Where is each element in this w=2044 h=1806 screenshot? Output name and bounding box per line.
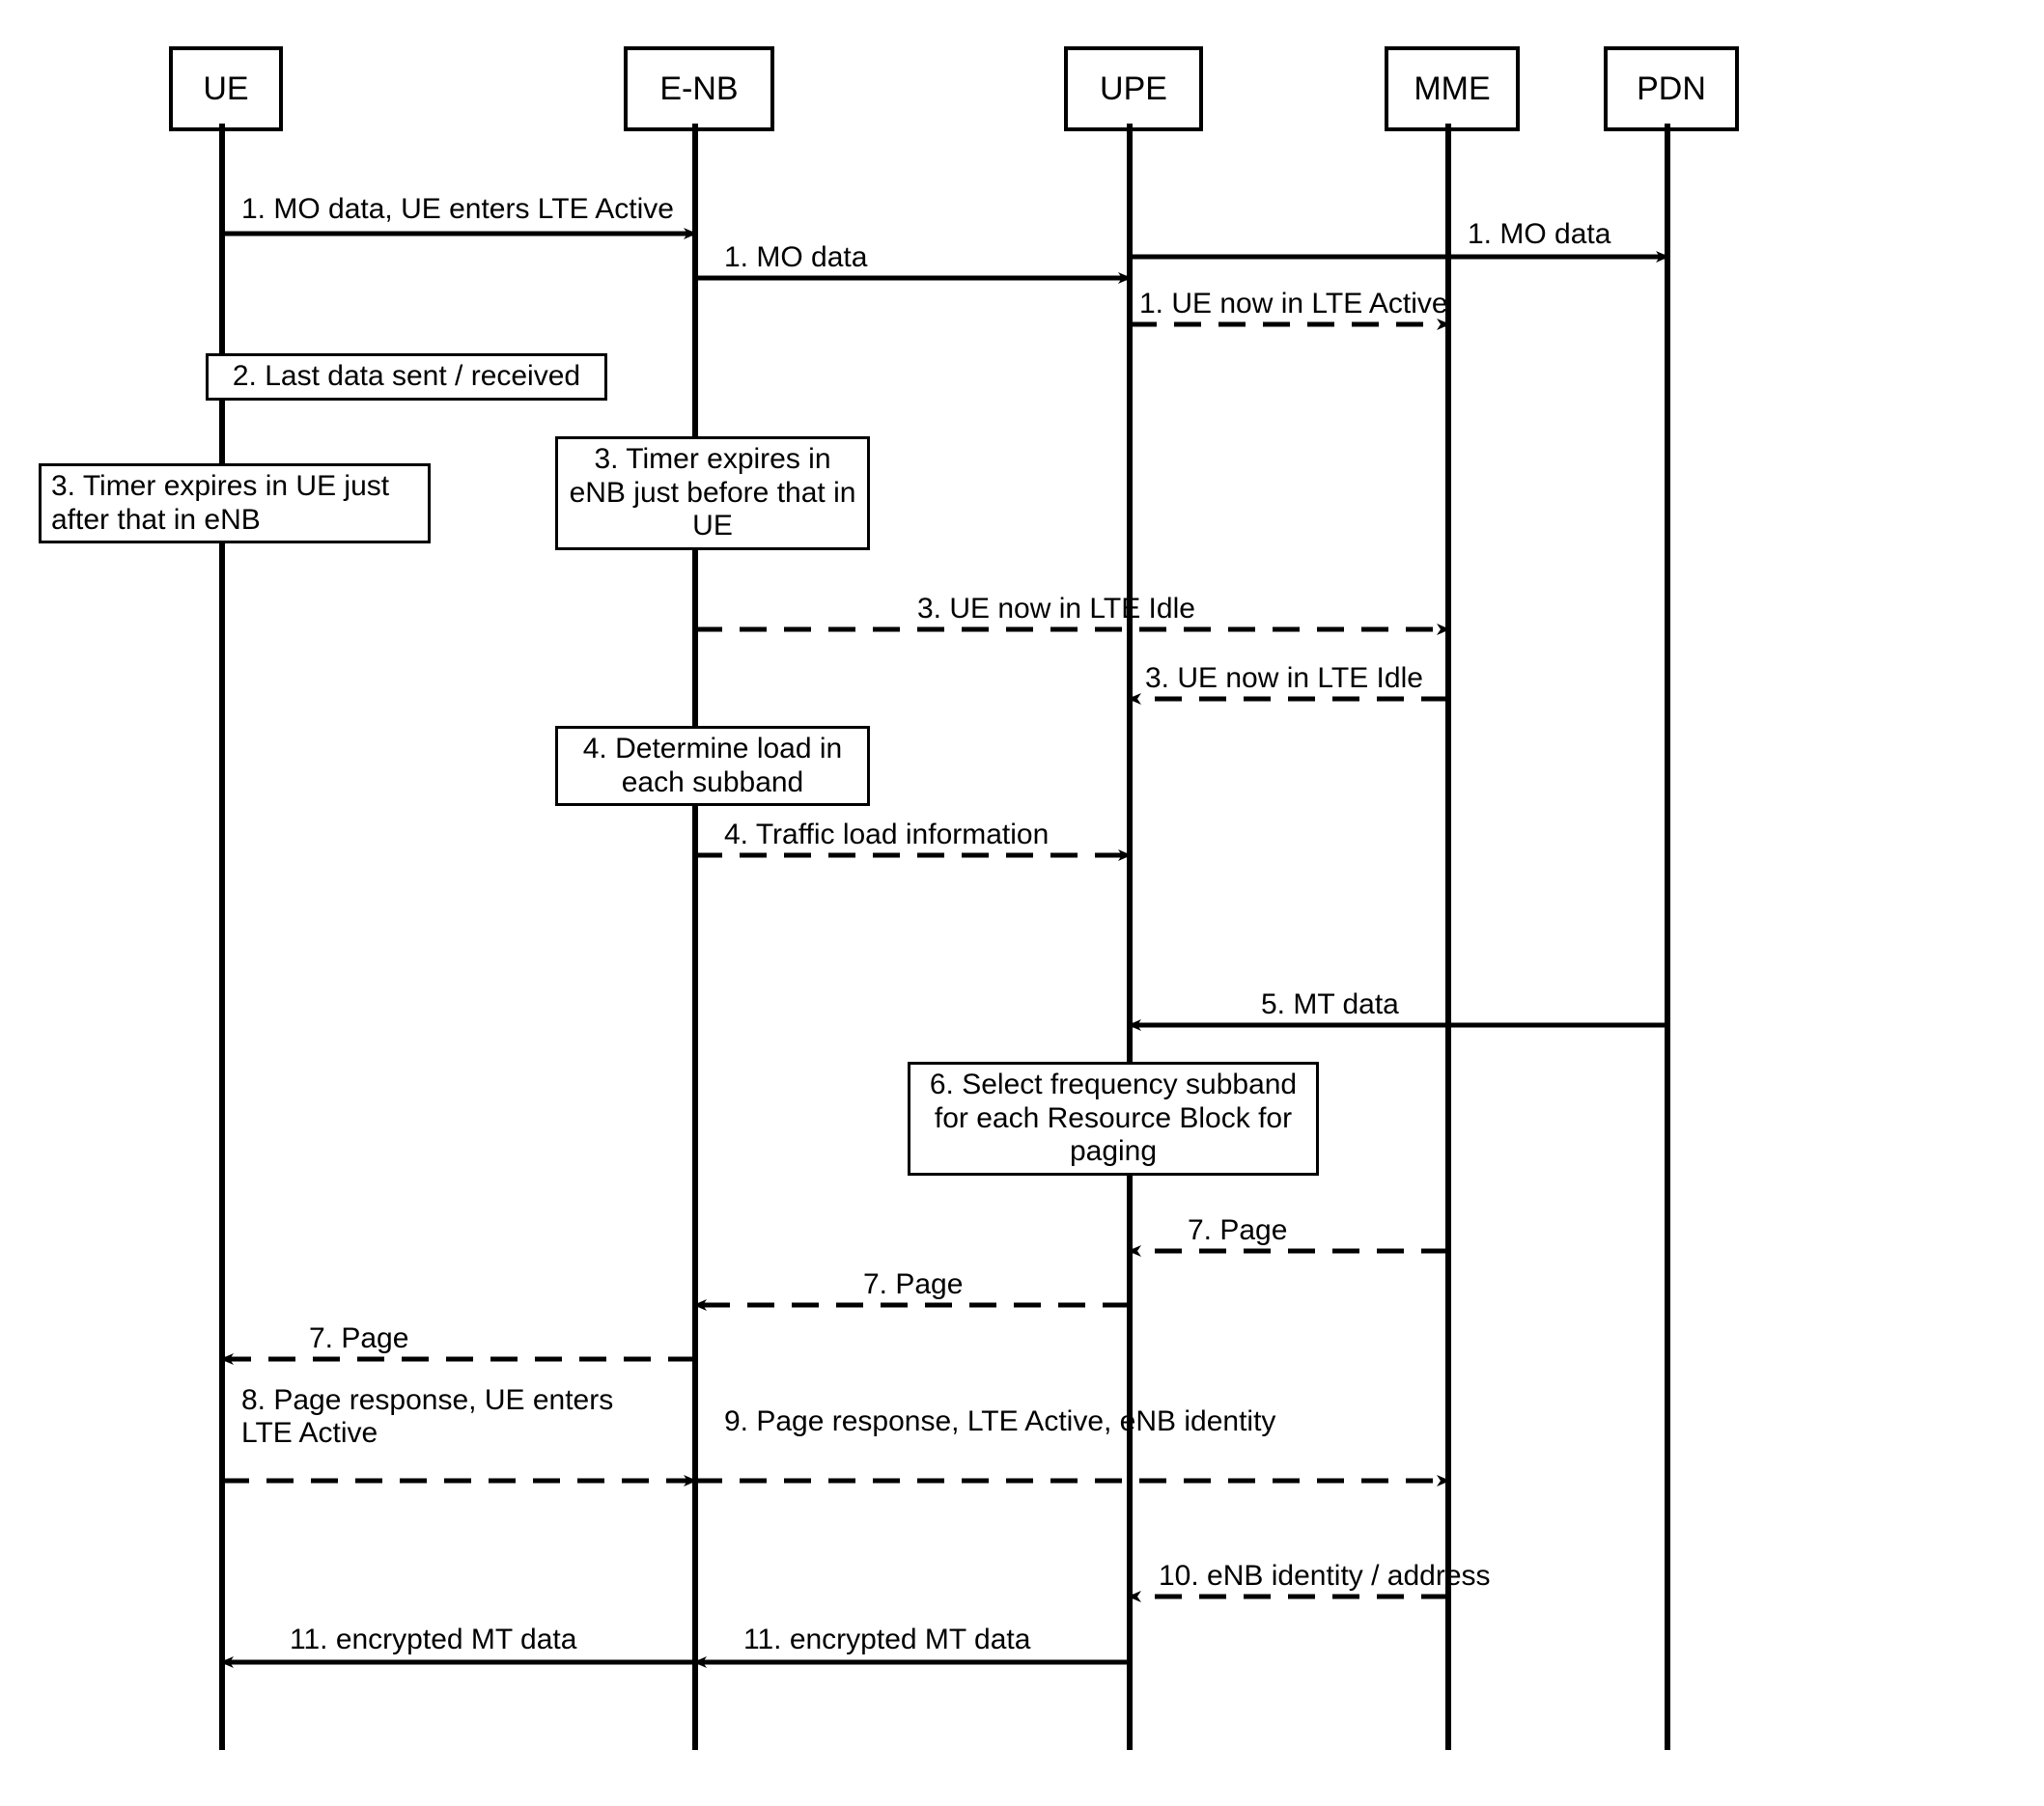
note-6-select-subband: 6. Select frequency subband for each Res… [908, 1062, 1319, 1176]
msg-10-enb-identity: 10. eNB identity / address [1159, 1560, 1491, 1593]
msg-4-traffic-load: 4. Traffic load information [724, 819, 1049, 851]
note-3-timer-ue: 3. Timer expires in UE just after that i… [39, 463, 431, 543]
note-2-last-data: 2. Last data sent / received [206, 353, 607, 401]
msg-11-encrypted-enb: 11. encrypted MT data [743, 1624, 1030, 1656]
note-4-determine-load: 4. Determine load in each subband [555, 726, 870, 806]
msg-1-mo-data-upe-pdn: 1. MO data [1468, 218, 1610, 251]
msg-3-lte-idle-mme-upe: 3. UE now in LTE Idle [1145, 662, 1423, 695]
msg-7-page-mme-upe: 7. Page [1188, 1214, 1287, 1247]
actor-pdn: PDN [1604, 46, 1739, 131]
note-3-timer-enb: 3. Timer expires in eNB just before that… [555, 436, 870, 550]
msg-8-page-response: 8. Page response, UE enters LTE Active [241, 1384, 666, 1450]
sequence-diagram: UE E-NB UPE MME PDN [19, 19, 2044, 1787]
actor-mme: MME [1385, 46, 1520, 131]
lifeline-enb [692, 124, 698, 1750]
msg-1-mo-data-ue-enb: 1. MO data, UE enters LTE Active [241, 193, 674, 226]
msg-11-encrypted-ue: 11. encrypted MT data [290, 1624, 576, 1656]
arrows-layer [19, 19, 2044, 1787]
lifeline-upe [1127, 124, 1133, 1750]
actor-ue: UE [169, 46, 283, 131]
lifeline-pdn [1665, 124, 1670, 1750]
actor-upe: UPE [1064, 46, 1203, 131]
actor-enb: E-NB [624, 46, 774, 131]
msg-1-mo-data-enb-upe: 1. MO data [724, 241, 867, 274]
msg-7-page-upe-enb: 7. Page [863, 1268, 963, 1301]
lifeline-mme [1445, 124, 1451, 1750]
msg-7-page-enb-ue: 7. Page [309, 1322, 408, 1355]
msg-9-page-response: 9. Page response, LTE Active, eNB identi… [724, 1405, 1275, 1438]
msg-5-mt-data: 5. MT data [1261, 988, 1399, 1021]
msg-3-lte-idle-enb-mme: 3. UE now in LTE Idle [917, 593, 1195, 625]
msg-1-ue-lte-active: 1. UE now in LTE Active [1139, 288, 1448, 320]
